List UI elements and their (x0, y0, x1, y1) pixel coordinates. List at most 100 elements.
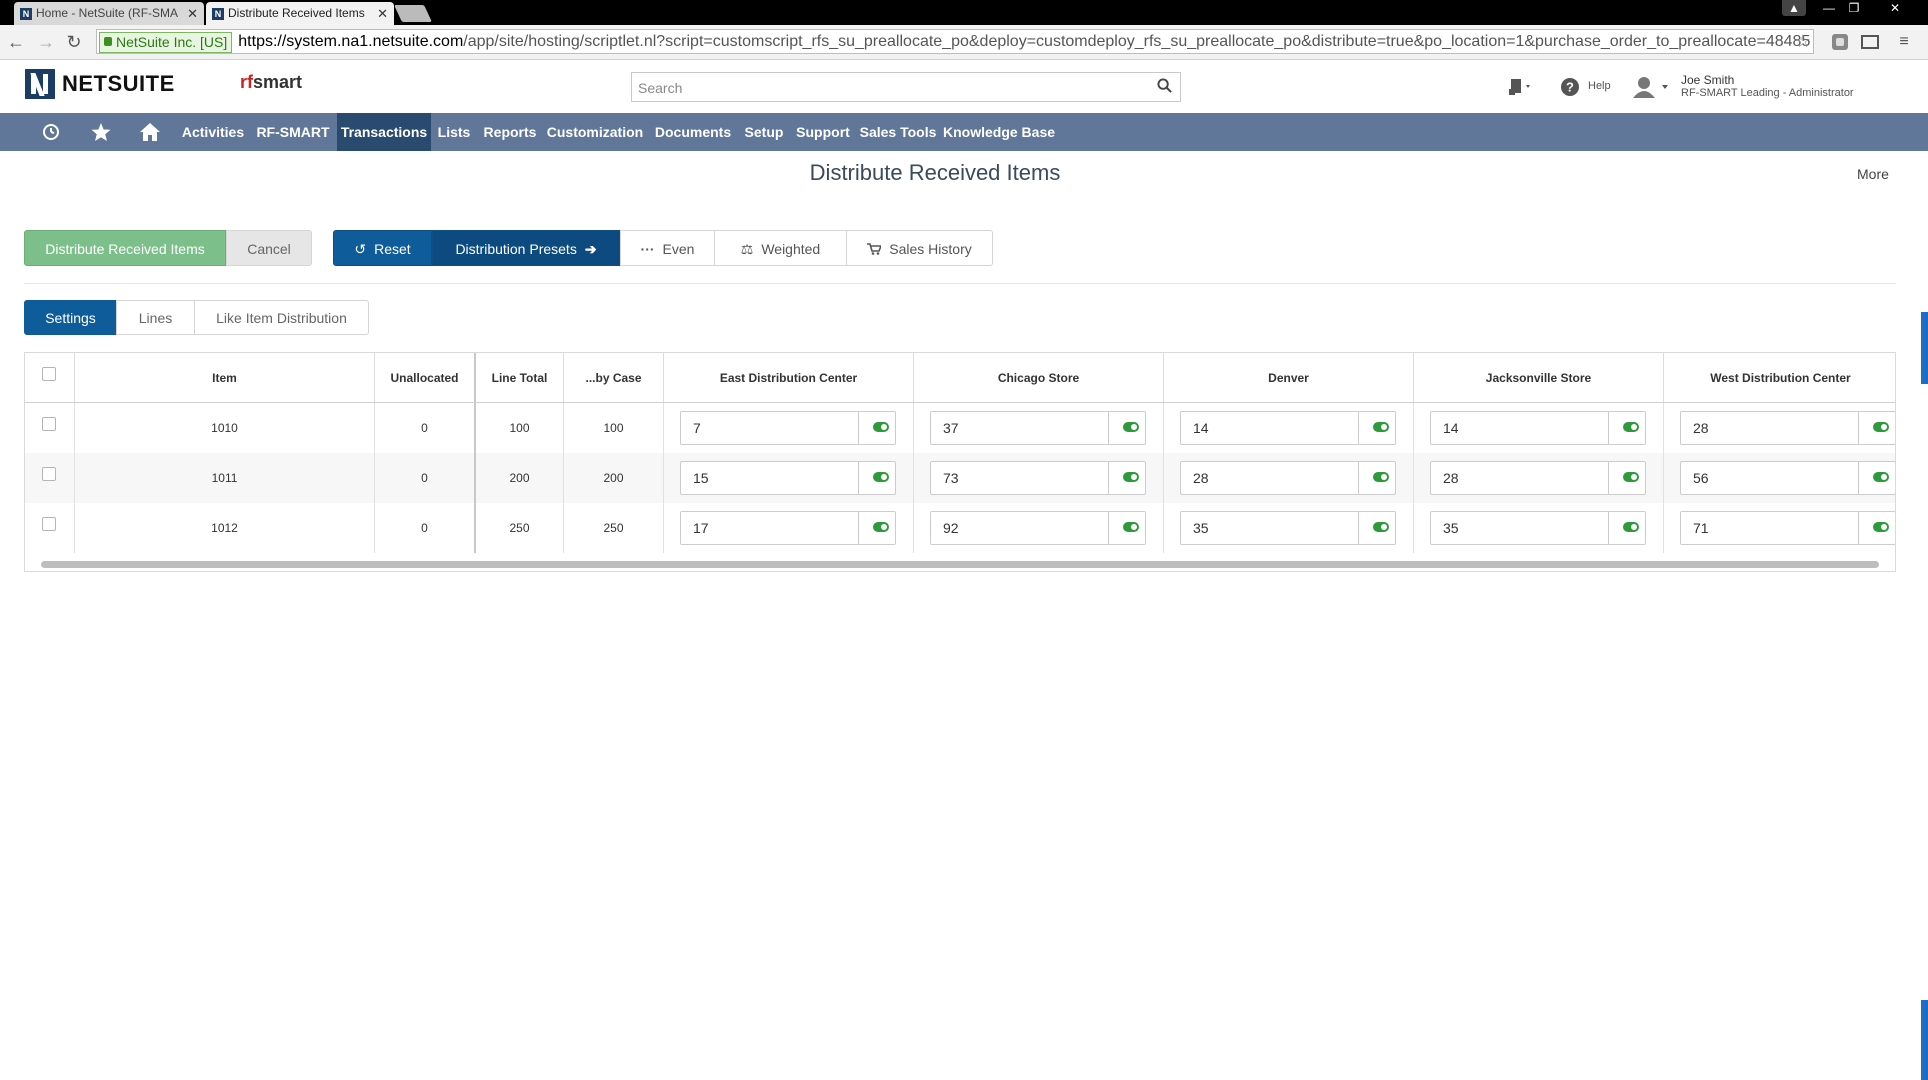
toggle-on-icon[interactable] (1373, 522, 1389, 532)
quantity-value[interactable]: 56 (1681, 462, 1859, 494)
tab-close-icon[interactable]: ✕ (187, 2, 198, 25)
browser-tab-distribute[interactable]: N Distribute Received Items ✕ (206, 2, 394, 25)
quantity-value[interactable]: 28 (1681, 412, 1859, 444)
quantity-value[interactable]: 15 (681, 462, 859, 494)
cast-icon[interactable] (1860, 32, 1880, 52)
nav-sales-tools[interactable]: Sales Tools (858, 113, 938, 151)
global-search[interactable] (631, 72, 1181, 102)
quantity-field[interactable]: 71 (1680, 511, 1895, 545)
nav-setup[interactable]: Setup (740, 113, 788, 151)
quantity-value[interactable]: 92 (931, 512, 1109, 544)
quantity-field[interactable]: 17 (680, 511, 896, 545)
toggle-on-icon[interactable] (873, 472, 889, 482)
quantity-field[interactable]: 28 (1180, 461, 1396, 495)
toggle-on-icon[interactable] (1373, 422, 1389, 432)
row-checkbox[interactable] (42, 517, 56, 531)
user-name[interactable]: Joe Smith (1681, 73, 1734, 87)
select-all-checkbox[interactable] (42, 367, 56, 381)
help-icon[interactable]: ? (1560, 77, 1580, 97)
tab-settings[interactable]: Settings (24, 300, 117, 335)
quantity-field[interactable]: 35 (1180, 511, 1396, 545)
quantity-value[interactable]: 28 (1431, 462, 1609, 494)
distribute-received-items-button[interactable]: Distribute Received Items (24, 230, 226, 266)
tab-close-icon[interactable]: ✕ (377, 2, 388, 25)
quantity-field[interactable]: 28 (1680, 411, 1895, 445)
row-checkbox[interactable] (42, 467, 56, 481)
column-header-location[interactable]: Denver (1164, 353, 1414, 403)
toggle-on-icon[interactable] (1873, 522, 1889, 532)
user-avatar-icon[interactable] (1630, 75, 1670, 99)
quantity-field[interactable]: 15 (680, 461, 896, 495)
quantity-field[interactable]: 14 (1180, 411, 1396, 445)
column-header-line-total[interactable]: Line Total (476, 353, 564, 403)
help-link[interactable]: Help (1588, 80, 1611, 92)
quantity-field[interactable]: 73 (930, 461, 1146, 495)
toggle-on-icon[interactable] (1623, 422, 1639, 432)
reset-button[interactable]: ↺ Reset (333, 230, 432, 266)
quantity-value[interactable]: 14 (1181, 412, 1359, 444)
column-header-by-case[interactable]: ...by Case (564, 353, 664, 403)
nav-lists[interactable]: Lists (434, 113, 474, 151)
tab-lines[interactable]: Lines (116, 300, 195, 335)
recent-records-icon[interactable] (40, 122, 62, 142)
quantity-value[interactable]: 14 (1431, 412, 1609, 444)
create-new-icon[interactable] (1508, 77, 1534, 97)
quantity-field[interactable]: 14 (1430, 411, 1646, 445)
search-input[interactable] (636, 74, 1120, 102)
nav-reports[interactable]: Reports (479, 113, 541, 151)
toggle-on-icon[interactable] (873, 422, 889, 432)
browser-tab-home[interactable]: N Home - NetSuite (RF-SMA ✕ (14, 2, 204, 25)
toggle-on-icon[interactable] (1623, 472, 1639, 482)
search-icon[interactable] (1157, 78, 1172, 93)
toggle-on-icon[interactable] (1123, 422, 1139, 432)
quantity-value[interactable]: 35 (1431, 512, 1609, 544)
home-icon[interactable] (139, 122, 161, 142)
quantity-value[interactable]: 37 (931, 412, 1109, 444)
back-arrow-icon[interactable]: ← (6, 32, 26, 52)
nav-transactions[interactable]: Transactions (337, 113, 431, 151)
nav-activities[interactable]: Activities (178, 113, 248, 151)
quantity-value[interactable]: 73 (931, 462, 1109, 494)
window-restore-icon[interactable]: ❐ (1843, 0, 1865, 16)
browser-menu-icon[interactable]: ≡ (1894, 32, 1914, 52)
toggle-on-icon[interactable] (1123, 522, 1139, 532)
horizontal-scrollbar[interactable] (41, 561, 1879, 568)
nav-documents[interactable]: Documents (651, 113, 735, 151)
quantity-value[interactable]: 35 (1181, 512, 1359, 544)
nav-knowledge-base[interactable]: Knowledge Base (943, 113, 1055, 151)
distribution-presets-button[interactable]: Distribution Presets ➔ (432, 230, 620, 266)
nav-customization[interactable]: Customization (545, 113, 645, 151)
quantity-field[interactable]: 37 (930, 411, 1146, 445)
quantity-value[interactable]: 28 (1181, 462, 1359, 494)
url-field[interactable]: NetSuite Inc. [US] https://system.na1.net… (96, 29, 1814, 54)
column-header-item[interactable]: Item (75, 353, 375, 403)
toggle-on-icon[interactable] (1873, 422, 1889, 432)
more-link[interactable]: More (1857, 166, 1889, 182)
cancel-button[interactable]: Cancel (226, 230, 312, 266)
extension-icon[interactable] (1830, 32, 1850, 52)
toggle-on-icon[interactable] (1123, 472, 1139, 482)
tab-like-item-distribution[interactable]: Like Item Distribution (194, 300, 369, 335)
column-header-location[interactable]: Jacksonville Store (1414, 353, 1664, 403)
bookmark-star-icon[interactable]: ☆ (1795, 30, 1811, 53)
column-header-unallocated[interactable]: Unallocated (375, 353, 476, 403)
browser-profile-icon[interactable]: ▲ (1782, 0, 1806, 16)
column-header-location[interactable]: East Distribution Center (664, 353, 914, 403)
column-header-location[interactable]: West Distribution Center (1664, 353, 1895, 403)
shortcuts-star-icon[interactable] (90, 122, 112, 142)
quantity-field[interactable]: 7 (680, 411, 896, 445)
user-role[interactable]: RF-SMART Leading - Administrator (1681, 87, 1854, 99)
quantity-field[interactable]: 35 (1430, 511, 1646, 545)
window-close-icon[interactable]: ✕ (1880, 0, 1910, 16)
toggle-on-icon[interactable] (1623, 522, 1639, 532)
forward-arrow-icon[interactable]: → (36, 32, 56, 52)
reload-icon[interactable]: ↻ (64, 32, 84, 52)
secure-badge[interactable]: NetSuite Inc. [US] (99, 32, 233, 53)
nav-rf-smart[interactable]: RF-SMART (253, 113, 333, 151)
quantity-value[interactable]: 7 (681, 412, 859, 444)
row-checkbox[interactable] (42, 417, 56, 431)
window-minimize-icon[interactable]: — (1818, 0, 1840, 16)
quantity-field[interactable]: 28 (1430, 461, 1646, 495)
nav-support[interactable]: Support (793, 113, 853, 151)
quantity-field[interactable]: 56 (1680, 461, 1895, 495)
